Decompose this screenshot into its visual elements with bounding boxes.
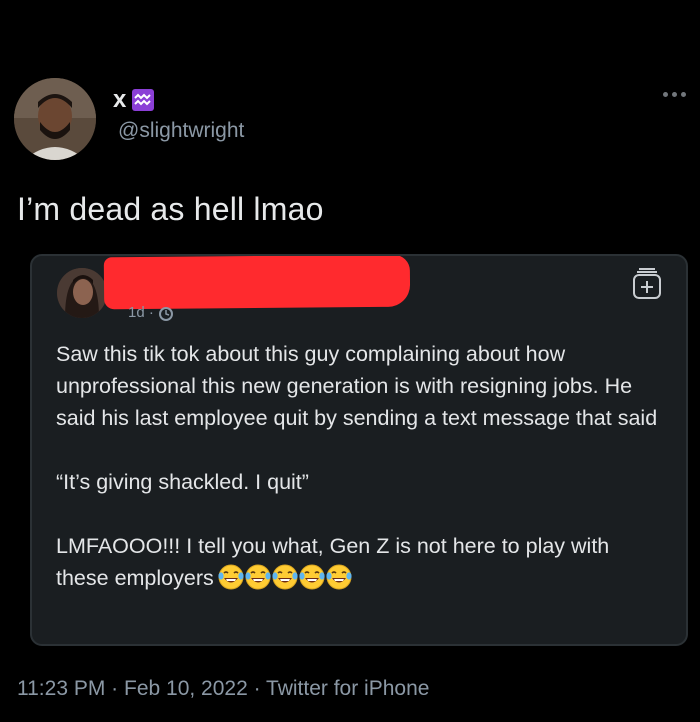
embedded-paragraph-1: Saw this tik tok about this guy complain…	[56, 342, 658, 430]
face-with-tears-of-joy-icon	[326, 564, 352, 590]
clock-icon	[158, 306, 174, 327]
embedded-post-avatar	[57, 268, 107, 318]
more-options-icon[interactable]	[663, 92, 686, 97]
save-post-icon	[632, 268, 662, 305]
author-display-name[interactable]: x	[113, 86, 155, 114]
embedded-post-time: 1d ·	[128, 304, 154, 321]
author-handle[interactable]: @slightwright	[118, 119, 244, 143]
tweet-text: I’m dead as hell lmao	[17, 191, 324, 227]
embedded-paragraph-2: “It’s giving shackled. I quit”	[56, 470, 309, 494]
embedded-post-image[interactable]: 1d · Saw this tik tok about this guy com…	[30, 254, 688, 646]
tweet-timestamp[interactable]: 11:23 PM · Feb 10, 2022 · Twitter for iP…	[17, 677, 429, 701]
author-avatar[interactable]	[14, 78, 96, 160]
redaction-mark	[103, 256, 411, 310]
aquarius-icon	[132, 89, 155, 111]
face-with-tears-of-joy-icon	[245, 564, 271, 590]
display-name-text: x	[113, 86, 127, 113]
face-with-tears-of-joy-icon	[272, 564, 298, 590]
laughing-emoji-row	[218, 564, 352, 590]
face-with-tears-of-joy-icon	[299, 564, 325, 590]
embedded-paragraph-3: LMFAOOO!!! I tell you what, Gen Z is not…	[56, 530, 666, 594]
embedded-post-body: Saw this tik tok about this guy complain…	[56, 338, 666, 594]
face-with-tears-of-joy-icon	[218, 564, 244, 590]
